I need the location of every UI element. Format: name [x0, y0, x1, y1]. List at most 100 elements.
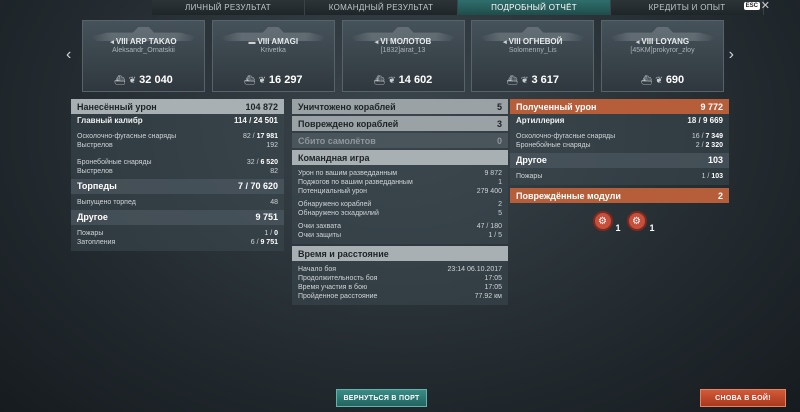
steering-icon: ⚙ 1 — [626, 211, 655, 233]
ap-hits: 32 / — [246, 159, 261, 166]
damage-value: 32 040 — [139, 74, 173, 86]
tab-team-result[interactable]: Командный результат — [305, 0, 458, 15]
return-to-port-button[interactable]: Вернуться в порт — [336, 389, 427, 407]
stat-value: 1 / 5 — [488, 232, 502, 239]
damage-dealt-panel: Нанесённый урон 104 872 Главный калибр 114… — [71, 99, 284, 251]
floods-damage: 9 751 — [260, 239, 278, 246]
he-shells-label: Осколочно-фугасные снаряды — [516, 133, 616, 140]
laurel-icon: ❦ — [388, 74, 396, 85]
he-shots-value: 192 — [266, 142, 278, 149]
close-icon[interactable]: ✕ — [761, 0, 770, 13]
ap-shells-label: Бронебойные снаряды — [516, 142, 591, 149]
ship-cards: ◂ VIII ARP TAKAO Aleksandr_Ornatskii ⛴ ❦ 32… — [82, 20, 724, 92]
result-tabs: Личный результат Командный результат Под… — [152, 0, 764, 15]
stat-label: Очки защиты — [298, 232, 342, 239]
cruiser-class-icon: ◂ — [374, 39, 379, 46]
module-count: 1 — [615, 223, 621, 233]
other-damage-label: Другое — [516, 155, 547, 165]
damage-dealt-total: 104 872 — [245, 101, 278, 112]
damage-dealt-title: Нанесённый урон — [77, 101, 157, 112]
ship-tier: VIII — [257, 37, 270, 46]
damage-received-panel: Полученный урон 9 772 Артиллерия 18 / 9 66… — [510, 99, 729, 185]
artillery-hits: 18 / — [687, 116, 703, 125]
artillery-label: Артиллерия — [516, 116, 565, 125]
fires-label: Пожары — [516, 173, 543, 180]
stat-label: Очки захвата — [298, 223, 342, 230]
esc-key-badge: ESC — [743, 2, 760, 10]
damage-received-total: 9 772 — [700, 101, 723, 112]
stat-label: Время участия в бою — [298, 284, 368, 291]
ship-tier: VI — [380, 37, 388, 46]
ap-hits: 2 / — [695, 142, 706, 149]
ship-card[interactable]: ◂ VI МОЛОТОВ [1832]airat_13 ⛴ ❦ 14 602 — [341, 20, 465, 92]
player-name: Aleksandr_Ornatskii — [112, 47, 175, 54]
stat-value: 5 — [498, 210, 502, 217]
prev-arrow-icon[interactable]: ‹ — [66, 46, 71, 64]
floods-label: Затопления — [77, 239, 116, 246]
damage-value: 14 602 — [398, 74, 433, 86]
he-damage: 7 349 — [705, 133, 723, 140]
stat-value: 17:05 — [484, 284, 502, 291]
tab-detailed-report[interactable]: Подробный отчёт — [458, 0, 611, 15]
stat-value: 17:05 — [484, 275, 502, 282]
player-name: Krivetka — [260, 47, 286, 54]
ship-card[interactable]: ◂ VIII ОГНЕВОЙ Solomenny_Lis ⛴ ❦ 3 617 — [471, 20, 595, 92]
player-name: [45KM]prokyror_zloy — [630, 47, 695, 54]
planes-shot-label: Сбито самолётов — [298, 135, 376, 146]
ship-tier: VIII — [508, 37, 521, 46]
damaged-modules-count: 2 — [717, 190, 723, 201]
tab-personal-result[interactable]: Личный результат — [152, 0, 305, 15]
engine-icon: ⚙ 1 — [592, 211, 621, 233]
tab-credits-xp[interactable]: Кредиты и опыт — [611, 0, 764, 15]
ships-damaged-label: Повреждено кораблей — [298, 118, 399, 129]
damage-value: 16 297 — [268, 74, 303, 86]
ship-icon: ⛴ — [243, 74, 256, 85]
stat-label: Потенциальный урон — [298, 188, 368, 195]
laurel-icon: ❦ — [655, 74, 663, 85]
ship-icon: ⛴ — [373, 74, 386, 85]
damaged-modules-list: ⚙ 1 ⚙ 1 — [510, 211, 729, 233]
stat-value: 47 / 180 — [476, 223, 502, 230]
ship-icon: ⛴ — [114, 74, 126, 85]
other-damage-value: 9 751 — [255, 212, 278, 222]
artillery-damage: 9 669 — [702, 116, 723, 125]
destroyer-class-icon: ◂ — [635, 39, 640, 46]
he-damage: 17 981 — [256, 133, 278, 140]
stat-value: 279 400 — [476, 188, 502, 195]
stat-label: Урон по вашим разведданным — [298, 170, 398, 177]
laurel-icon: ❦ — [128, 74, 137, 85]
next-arrow-icon[interactable]: › — [729, 46, 734, 64]
torpedo-hits: 7 / — [237, 181, 251, 191]
ship-name: МОЛОТОВ — [390, 37, 432, 46]
torpedoes-label: Торпеды — [77, 181, 117, 191]
stat-value: 9 872 — [484, 170, 502, 177]
stat-label: Обнаружено кораблей — [298, 201, 372, 208]
torpedoes-fired-label: Выпущено торпед — [77, 199, 136, 206]
stat-value: 1 — [498, 179, 502, 186]
fires-count: 1 / — [264, 230, 275, 237]
ship-tier: VIII — [641, 37, 654, 46]
planes-shot-value: 0 — [496, 135, 502, 146]
other-damage-label: Другое — [77, 212, 108, 222]
he-shots-label: Выстрелов — [77, 142, 113, 149]
he-shells-label: Осколочно-фугасные снаряды — [77, 133, 177, 140]
stat-label: Поджогов по вашим разведданным — [298, 179, 413, 186]
fires-count: 1 / — [701, 173, 712, 180]
time-distance-panel: Время и расстояние Начало боя 23:14 06.10… — [292, 246, 508, 305]
ship-name: AMAGI — [271, 37, 299, 46]
he-hits: 16 / — [691, 133, 706, 140]
player-name: [1832]airat_13 — [380, 47, 426, 54]
fires-label: Пожары — [77, 230, 104, 237]
fires-damage: 103 — [711, 173, 723, 180]
ship-card[interactable]: ◂ VIII ARP TAKAO Aleksandr_Ornatskii ⛴ ❦ 32… — [82, 20, 205, 92]
ap-damage: 6 520 — [260, 159, 278, 166]
ships-damaged-value: 3 — [496, 118, 502, 129]
ship-card[interactable]: ◂ VIII LOYANG [45KM]prokyror_zloy ⛴ ❦ 690 — [601, 20, 724, 92]
damaged-modules-title: Повреждённые модули — [516, 190, 621, 201]
cruiser-class-icon: ◂ — [110, 39, 114, 46]
battle-again-button[interactable]: Снова в бой! — [700, 389, 786, 407]
laurel-icon: ❦ — [258, 74, 266, 85]
main-battery-label: Главный калибр — [77, 116, 143, 125]
stat-label: Начало боя — [298, 266, 337, 273]
ship-card[interactable]: ▬ VIII AMAGI Krivetka ⛴ ❦ 16 297 — [211, 20, 335, 92]
